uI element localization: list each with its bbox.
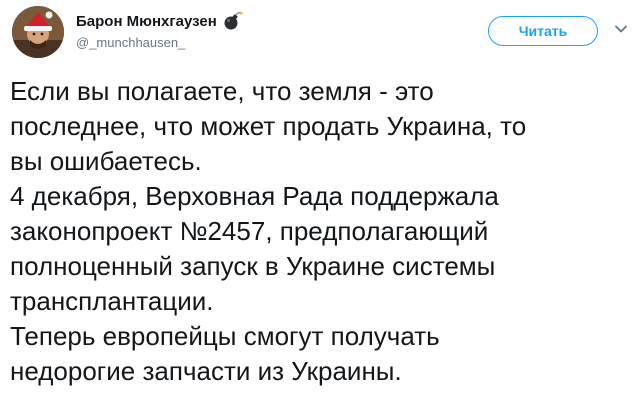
user-handle[interactable]: @_munchhausen_: [76, 35, 243, 50]
bomb-icon: [223, 11, 243, 30]
avatar[interactable]: [12, 6, 64, 58]
tweet-line: последнее, что может продать Украина, то: [10, 111, 527, 141]
tweet-line: законопроект №2457, предполагающий: [10, 216, 489, 246]
display-name[interactable]: Барон Мюнхгаузен: [76, 13, 217, 30]
tweet-line: Если вы полагаете, что земля - это: [10, 76, 434, 106]
tweet-header: Барон Мюнхгаузен @_munchhausen_ Читать: [0, 0, 640, 62]
user-info: Барон Мюнхгаузен @_munchhausen_: [76, 11, 243, 50]
tweet-line: 4 декабря, Верховная Рада поддержала: [10, 181, 499, 211]
tweet-text: Если вы полагаете, что земля - это после…: [10, 74, 632, 389]
name-row: Барон Мюнхгаузен: [76, 11, 243, 31]
tweet-line: недорогие запчасти из Украины.: [10, 356, 402, 386]
follow-button[interactable]: Читать: [488, 16, 598, 46]
tweet-card: Барон Мюнхгаузен @_munchhausen_ Читать Е…: [0, 0, 640, 406]
chevron-down-icon[interactable]: [614, 22, 628, 36]
tweet-line: Теперь европейцы смогут получать: [10, 321, 440, 351]
tweet-line: вы ошибаетесь.: [10, 146, 202, 176]
tweet-line: трансплантации.: [10, 286, 214, 316]
tweet-line: полноценный запуск в Украине системы: [10, 251, 496, 281]
